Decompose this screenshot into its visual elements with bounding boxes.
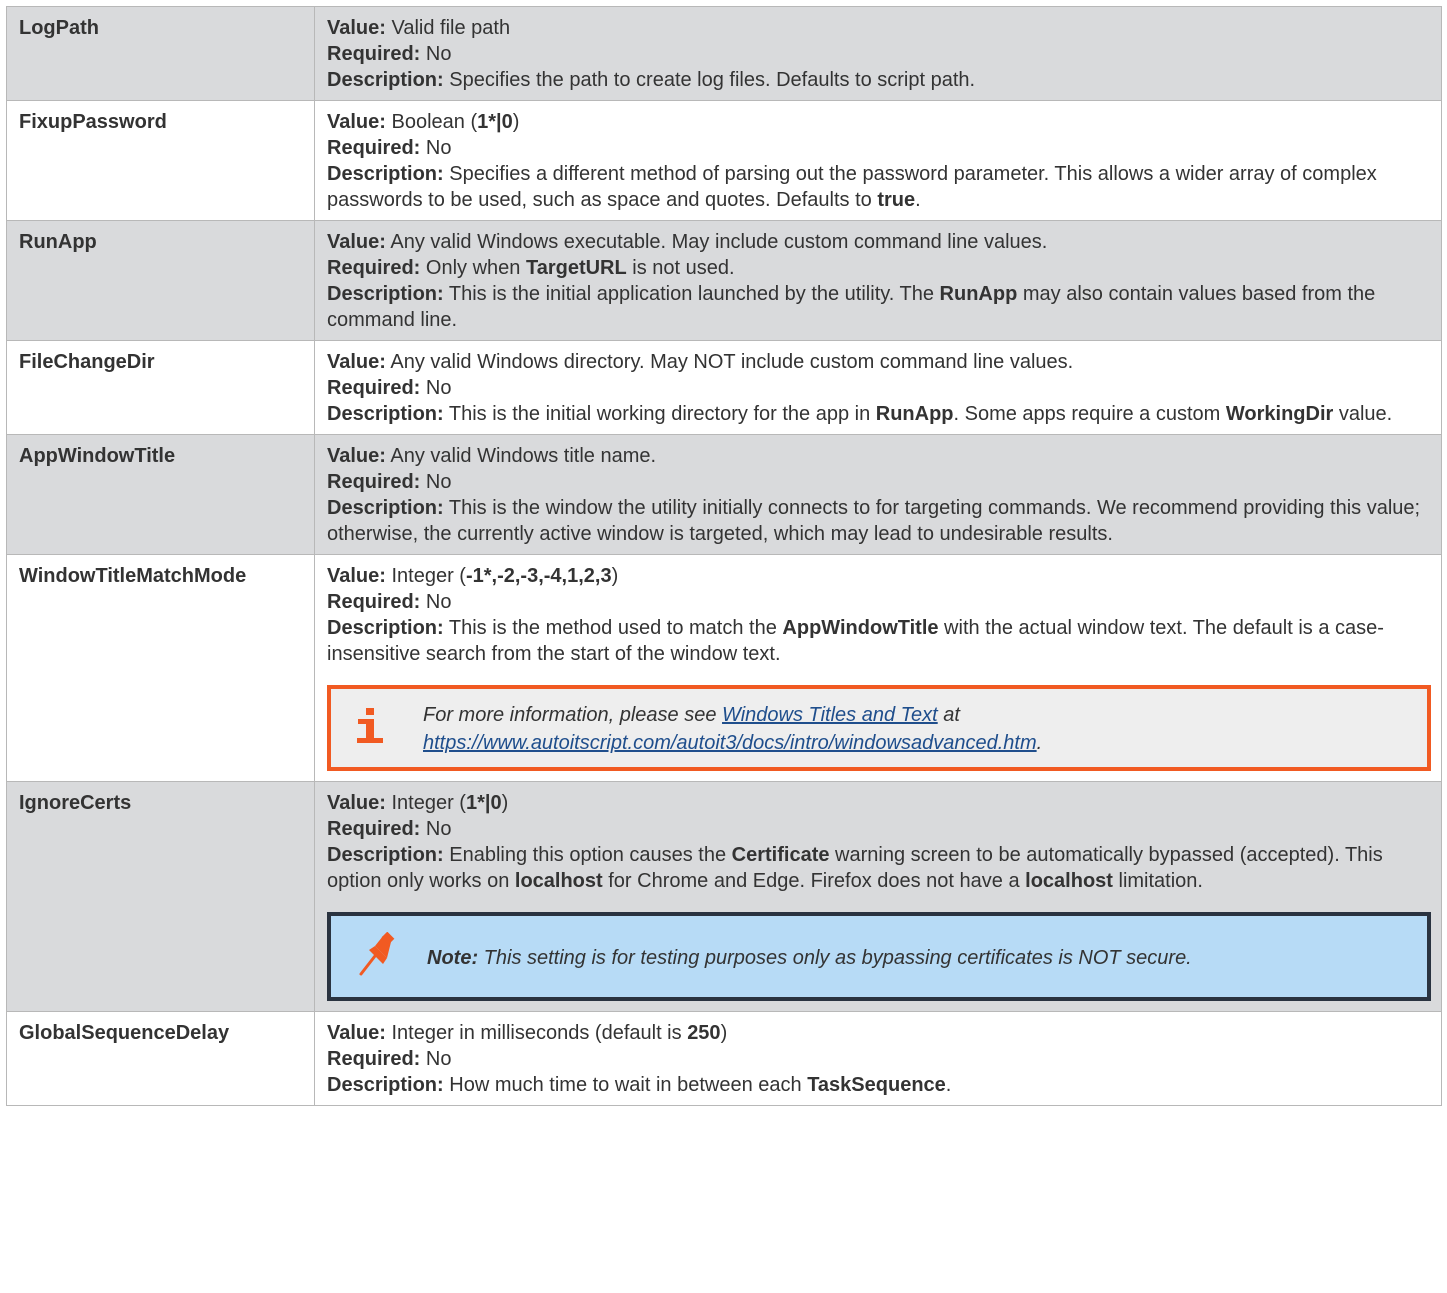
table-row-runapp: RunApp Value: Any valid Windows executab… [6, 220, 1442, 341]
value-line: Value: Integer (-1*,-2,-3,-4,1,2,3) [327, 565, 619, 587]
value-line: Value: Integer in milliseconds (default … [327, 1022, 728, 1044]
required-line: Required: No [327, 591, 452, 613]
value-line: Value: Any valid Windows title name. [327, 445, 657, 467]
param-details: Value: Any valid Windows executable. May… [314, 220, 1442, 341]
required-line: Required: No [327, 1048, 452, 1070]
required-line: Required: No [327, 377, 452, 399]
info-note: For more information, please see Windows… [327, 685, 1431, 771]
table-row-appwindowtitle: AppWindowTitle Value: Any valid Windows … [6, 434, 1442, 555]
table-row-logpath: LogPath Value: Valid file path Required:… [6, 6, 1442, 101]
value-line: Value: Valid file path [327, 17, 511, 39]
param-name: RunApp [6, 220, 315, 341]
param-details: Value: Valid file path Required: No Desc… [314, 6, 1442, 101]
param-name: IgnoreCerts [6, 781, 315, 1012]
warning-note-text: Note: This setting is for testing purpos… [427, 946, 1192, 969]
warning-note: Note: This setting is for testing purpos… [327, 912, 1431, 1001]
param-details: Value: Integer (-1*,-2,-3,-4,1,2,3) Requ… [314, 554, 1442, 782]
param-name: FileChangeDir [6, 340, 315, 435]
param-details: Value: Integer (1*|0) Required: No Descr… [314, 781, 1442, 1012]
param-name: AppWindowTitle [6, 434, 315, 555]
description-line: Description: This is the initial working… [327, 403, 1393, 425]
required-line: Required: Only when TargetURL is not use… [327, 257, 735, 279]
value-line: Value: Any valid Windows directory. May … [327, 351, 1074, 373]
table-row-ignorecerts: IgnoreCerts Value: Integer (1*|0) Requir… [6, 781, 1442, 1012]
required-line: Required: No [327, 137, 452, 159]
param-details: Value: Boolean (1*|0) Required: No Descr… [314, 100, 1442, 221]
pushpin-icon [357, 931, 397, 983]
description-line: Description: Specifies a different metho… [327, 163, 1377, 211]
param-details: Value: Any valid Windows directory. May … [314, 340, 1442, 435]
value-line: Value: Any valid Windows executable. May… [327, 231, 1048, 253]
table-row-windowtitlematchmode: WindowTitleMatchMode Value: Integer (-1*… [6, 554, 1442, 782]
autoit-url-link[interactable]: https://www.autoitscript.com/autoit3/doc… [423, 732, 1037, 754]
param-name: FixupPassword [6, 100, 315, 221]
description-line: Description: This is the window the util… [327, 497, 1421, 545]
info-note-text: For more information, please see Windows… [423, 704, 1043, 754]
parameters-table: LogPath Value: Valid file path Required:… [6, 6, 1442, 1106]
description-line: Description: Specifies the path to creat… [327, 69, 976, 91]
param-name: WindowTitleMatchMode [6, 554, 315, 782]
param-details: Value: Integer in milliseconds (default … [314, 1011, 1442, 1106]
required-line: Required: No [327, 818, 452, 840]
param-name: LogPath [6, 6, 315, 101]
table-row-filechangedir: FileChangeDir Value: Any valid Windows d… [6, 340, 1442, 435]
value-line: Value: Boolean (1*|0) [327, 111, 520, 133]
param-name: GlobalSequenceDelay [6, 1011, 315, 1106]
table-row-globalsequencedelay: GlobalSequenceDelay Value: Integer in mi… [6, 1011, 1442, 1106]
param-details: Value: Any valid Windows title name. Req… [314, 434, 1442, 555]
info-icon [353, 707, 393, 754]
description-line: Description: How much time to wait in be… [327, 1074, 952, 1096]
table-row-fixuppassword: FixupPassword Value: Boolean (1*|0) Requ… [6, 100, 1442, 221]
required-line: Required: No [327, 43, 452, 65]
windows-titles-link[interactable]: Windows Titles and Text [722, 704, 938, 726]
description-line: Description: This is the initial applica… [327, 283, 1376, 331]
description-line: Description: Enabling this option causes… [327, 844, 1383, 892]
required-line: Required: No [327, 471, 452, 493]
description-line: Description: This is the method used to … [327, 617, 1384, 665]
value-line: Value: Integer (1*|0) [327, 792, 509, 814]
